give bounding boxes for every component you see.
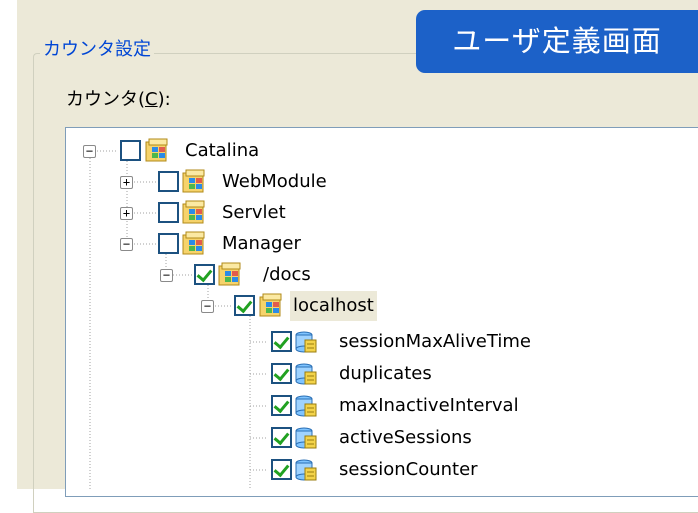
folder-icon (182, 231, 205, 255)
collapse-toggle[interactable]: − (120, 238, 133, 251)
checkbox-checked[interactable] (271, 459, 292, 480)
node-label: Catalina (185, 140, 260, 161)
folder-icon (182, 169, 205, 193)
node-label: WebModule (222, 171, 327, 192)
counter-icon (295, 427, 317, 449)
counter-icon (295, 331, 317, 353)
checkbox[interactable] (120, 140, 141, 161)
counter-icon (295, 459, 317, 481)
folder-icon (218, 262, 241, 286)
node-label: sessionCounter (339, 459, 478, 480)
checkbox[interactable] (158, 233, 179, 254)
node-label: duplicates (339, 363, 432, 384)
folder-icon (259, 293, 282, 317)
node-label: /docs (263, 264, 311, 285)
counter-icon (295, 363, 317, 385)
expand-toggle[interactable]: + (120, 207, 133, 220)
collapse-toggle[interactable]: − (160, 269, 173, 282)
counter-label: カウンタ(C): (66, 86, 171, 114)
checkbox[interactable] (158, 202, 179, 223)
page-title-banner: ユーザ定義画面 (416, 10, 698, 73)
node-label: maxInactiveInterval (339, 395, 519, 416)
expand-toggle[interactable]: + (120, 176, 133, 189)
group-legend: カウンタ設定 (40, 36, 154, 64)
checkbox-checked[interactable] (271, 331, 292, 352)
checkbox-checked[interactable] (234, 295, 255, 316)
checkbox-checked[interactable] (271, 363, 292, 384)
checkbox-checked[interactable] (271, 427, 292, 448)
counter-label-suffix: ): (157, 89, 171, 110)
node-label: activeSessions (339, 427, 472, 448)
checkbox-checked[interactable] (194, 264, 215, 285)
folder-icon (182, 200, 205, 224)
counter-icon (295, 395, 317, 417)
node-label: sessionMaxAliveTime (339, 331, 531, 352)
checkbox-checked[interactable] (271, 395, 292, 416)
checkbox[interactable] (158, 171, 179, 192)
collapse-toggle[interactable]: − (201, 300, 214, 313)
folder-icon (145, 138, 168, 162)
node-label: Servlet (222, 202, 286, 223)
node-label: Manager (222, 233, 301, 254)
counter-label-accesskey: C (145, 89, 158, 110)
node-label-selected: localhost (290, 291, 377, 321)
counter-label-prefix: カウンタ( (66, 89, 146, 110)
collapse-toggle[interactable]: − (83, 145, 96, 158)
